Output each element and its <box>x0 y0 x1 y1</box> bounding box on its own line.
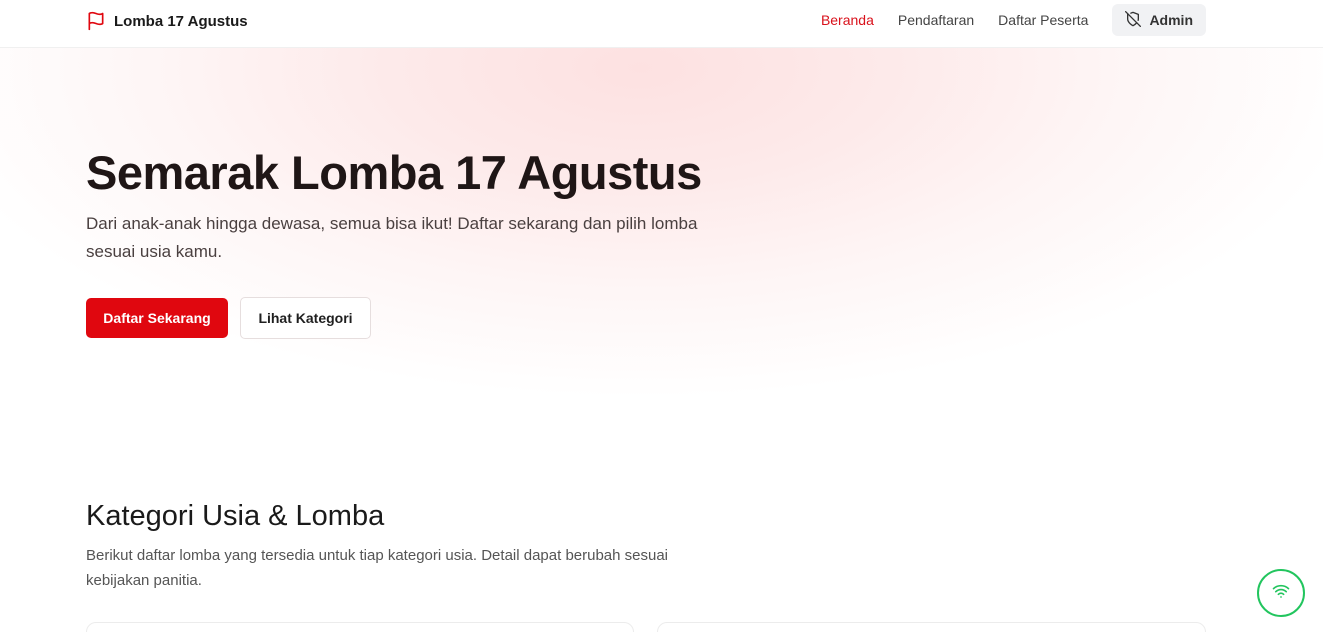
top-navbar: Lomba 17 Agustus Beranda Pendaftaran Daf… <box>0 0 1323 48</box>
wifi-icon <box>1272 582 1290 605</box>
brand-name: Lomba 17 Agustus <box>114 12 248 30</box>
shield-off-icon <box>1125 10 1142 30</box>
flag-icon <box>86 11 106 31</box>
brand-logo-link[interactable]: Lomba 17 Agustus <box>86 10 248 32</box>
admin-button[interactable]: Admin <box>1112 4 1206 36</box>
hero-description: Dari anak-anak hingga dewasa, semua bisa… <box>86 214 698 261</box>
nav-link-pendaftaran[interactable]: Pendaftaran <box>898 4 974 36</box>
view-categories-button[interactable]: Lihat Kategori <box>240 297 371 339</box>
nav-link-daftar-peserta[interactable]: Daftar Peserta <box>998 4 1088 36</box>
register-now-button[interactable]: Daftar Sekarang <box>86 298 228 338</box>
admin-button-label: Admin <box>1149 12 1193 28</box>
hero-section: Semarak Lomba 17 Agustus Dari anak-anak … <box>0 48 1323 420</box>
nav-link-beranda[interactable]: Beranda <box>821 4 874 36</box>
category-card <box>86 622 634 632</box>
category-card <box>657 622 1206 632</box>
categories-description: Berikut daftar lomba yang tersedia untuk… <box>86 547 669 589</box>
hero-title: Semarak Lomba 17 Agustus <box>86 146 702 199</box>
connection-status-button[interactable] <box>1257 569 1305 617</box>
categories-title: Kategori Usia & Lomba <box>86 500 385 532</box>
main-nav: Beranda Pendaftaran Daftar Peserta Admin <box>821 4 1206 36</box>
